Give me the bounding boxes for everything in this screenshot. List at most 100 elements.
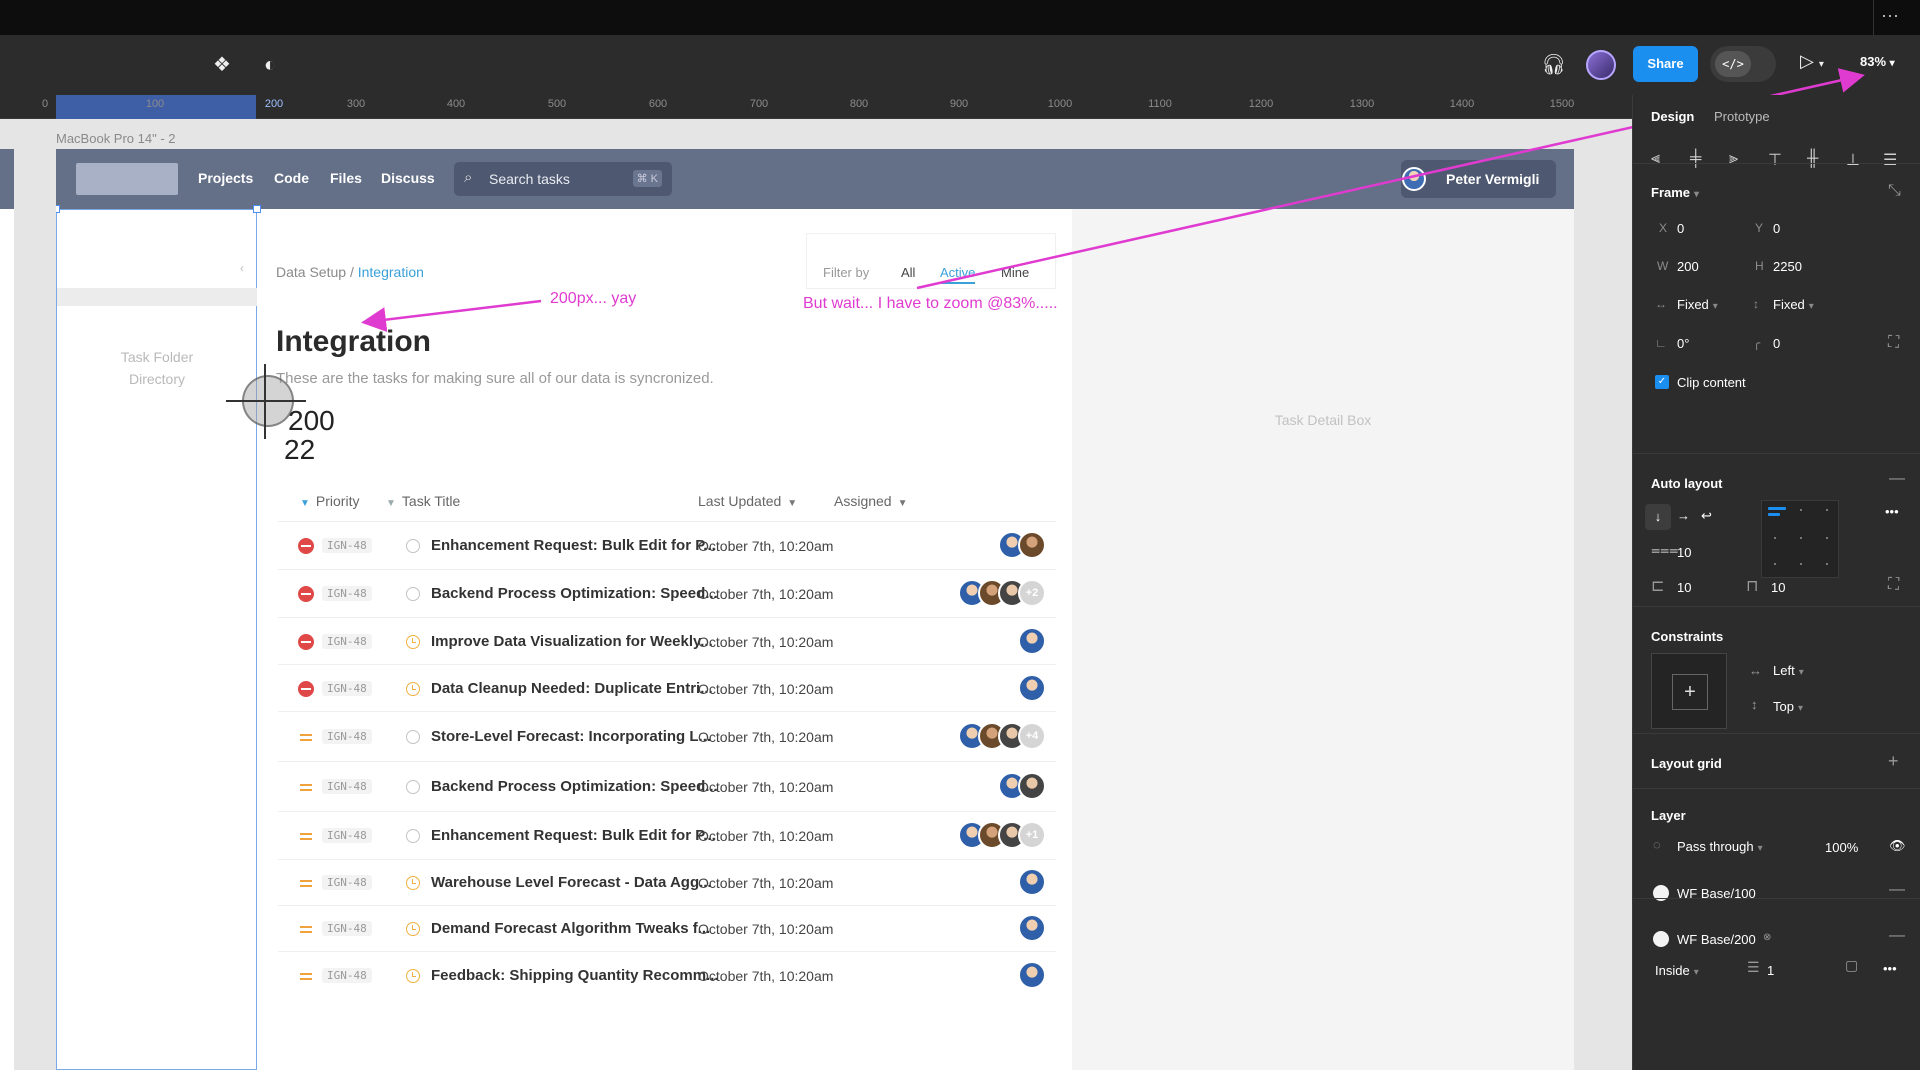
remove-auto-layout-icon[interactable]: — — [1889, 470, 1905, 488]
breadcrumb-root[interactable]: Data Setup — [276, 264, 346, 280]
direction-horizontal-icon[interactable]: → — [1677, 508, 1690, 523]
detach-style-icon[interactable]: ⊗ — [1763, 932, 1771, 943]
x-input[interactable]: 0 — [1677, 221, 1684, 236]
direction-wrap-icon[interactable]: ↩ — [1701, 508, 1712, 524]
header-last-updated[interactable]: Last Updated ▼ — [698, 493, 797, 509]
stroke-weight-input[interactable]: 1 — [1767, 963, 1774, 978]
table-row[interactable]: IGN-48 Feedback: Shipping Quantity Recomm… — [278, 951, 1056, 999]
remove-stroke-icon[interactable]: — — [1889, 927, 1905, 945]
in-progress-status-icon[interactable] — [406, 969, 420, 983]
rotation-input[interactable]: 0° — [1677, 336, 1689, 351]
frame-name-label[interactable]: MacBook Pro 14" - 2 — [56, 131, 176, 146]
adjacent-frame[interactable] — [0, 149, 14, 1070]
frame-section-title[interactable]: Frame ▾ — [1651, 185, 1699, 200]
task-title[interactable]: Enhancement Request: Bulk Edit for P... — [431, 827, 716, 844]
h-input[interactable]: 2250 — [1773, 259, 1802, 274]
horizontal-constraint-dropdown[interactable]: Left ▾ — [1773, 663, 1804, 678]
present-play-icon[interactable]: ▷ ▾ — [1800, 51, 1824, 72]
table-row[interactable]: IGN-48 Data Cleanup Needed: Duplicate Ent… — [278, 664, 1056, 711]
add-layout-grid-icon[interactable]: + — [1888, 751, 1899, 772]
independent-corners-icon[interactable]: ⛶ — [1888, 334, 1899, 352]
filter-active[interactable]: Active — [940, 265, 976, 284]
table-row[interactable]: IGN-48 Enhancement Request: Bulk Edit for… — [278, 811, 1056, 859]
alignment-grid[interactable] — [1761, 500, 1839, 578]
assignee-avatars[interactable] — [1018, 868, 1046, 898]
vertical-constraint-dropdown[interactable]: Top ▾ — [1773, 699, 1803, 714]
opacity-input[interactable]: 100% — [1825, 840, 1858, 855]
task-title[interactable]: Warehouse Level Forecast - Data Agg... — [431, 874, 712, 891]
open-status-icon[interactable] — [406, 829, 420, 843]
user-menu-button[interactable]: Peter Vermigli — [1401, 160, 1556, 198]
stroke-sides-icon[interactable]: ▢ — [1845, 957, 1858, 974]
task-title[interactable]: Improve Data Visualization for Weekly... — [431, 633, 713, 650]
more-options-icon[interactable]: ⋯ — [1881, 6, 1900, 27]
breadcrumb-current[interactable]: Integration — [358, 264, 424, 280]
more-stroke-options-icon[interactable]: ••• — [1883, 961, 1897, 976]
in-progress-status-icon[interactable] — [406, 635, 420, 649]
selection-handle[interactable] — [56, 205, 60, 213]
nav-projects[interactable]: Projects — [198, 170, 253, 186]
assignee-avatars[interactable] — [998, 772, 1046, 802]
user-avatar[interactable] — [1586, 50, 1616, 80]
share-button[interactable]: Share — [1633, 46, 1698, 82]
header-priority[interactable]: ▼ Priority — [300, 493, 359, 509]
task-title[interactable]: Feedback: Shipping Quantity Recomm... — [431, 967, 719, 984]
task-title[interactable]: Store-Level Forecast: Incorporating L... — [431, 728, 711, 745]
nav-files[interactable]: Files — [330, 170, 362, 186]
in-progress-status-icon[interactable] — [406, 682, 420, 696]
table-row[interactable]: IGN-48 Warehouse Level Forecast - Data Ag… — [278, 859, 1056, 905]
collapse-chevron-icon[interactable]: ‹ — [240, 261, 244, 275]
filter-mine[interactable]: Mine — [1001, 265, 1029, 280]
gap-input[interactable]: 10 — [1677, 545, 1691, 560]
open-status-icon[interactable] — [406, 730, 420, 744]
in-progress-status-icon[interactable] — [406, 922, 420, 936]
filter-all[interactable]: All — [901, 265, 915, 280]
table-row[interactable]: IGN-48 Backend Process Optimization: Spee… — [278, 761, 1056, 811]
assignee-avatars[interactable]: +4 — [958, 722, 1046, 752]
clip-content-checkbox[interactable]: ✓ — [1655, 375, 1669, 389]
direction-vertical-icon[interactable]: ↓ — [1645, 504, 1671, 530]
table-row[interactable]: IGN-48 Store-Level Forecast: Incorporatin… — [278, 711, 1056, 761]
zoom-dropdown[interactable]: 83% ▾ — [1860, 54, 1895, 69]
tab-design[interactable]: Design — [1651, 109, 1694, 124]
table-row[interactable]: IGN-48 Demand Forecast Algorithm Tweaks f… — [278, 905, 1056, 951]
resize-to-fit-icon[interactable]: ⤡ — [1888, 182, 1901, 200]
assignee-avatars[interactable]: +1 — [958, 821, 1046, 851]
assignee-avatars[interactable]: +2 — [958, 579, 1046, 609]
design-canvas[interactable]: MacBook Pro 14" - 2 Projects Code Files … — [0, 119, 1632, 1070]
table-row[interactable]: IGN-48 Backend Process Optimization: Spee… — [278, 569, 1056, 617]
assignee-avatars[interactable] — [1018, 961, 1046, 991]
assignee-avatars[interactable] — [1018, 674, 1046, 704]
y-input[interactable]: 0 — [1773, 221, 1780, 236]
macbook-frame[interactable]: Projects Code Files Discuss ⌕ Search tas… — [56, 149, 1574, 1070]
horizontal-padding-input[interactable]: 10 — [1677, 580, 1691, 595]
blend-mode-dropdown[interactable]: Pass through ▾ — [1677, 839, 1763, 854]
selection-handle[interactable] — [253, 205, 261, 213]
stroke-swatch[interactable] — [1653, 931, 1669, 947]
visibility-eye-icon[interactable]: 👁︎ — [1889, 838, 1906, 854]
task-title[interactable]: Backend Process Optimization: Speed... — [431, 585, 718, 602]
task-title[interactable]: Backend Process Optimization: Speed... — [431, 778, 718, 795]
nav-discuss[interactable]: Discuss — [381, 170, 435, 186]
open-status-icon[interactable] — [406, 539, 420, 553]
padding-detail-icon[interactable]: ⛶ — [1888, 576, 1899, 594]
task-folder-directory[interactable]: ‹ Task Folder Directory — [56, 209, 257, 1070]
table-row[interactable]: IGN-48 Improve Data Visualization for Wee… — [278, 617, 1056, 664]
theme-toggle-icon[interactable]: ◐ — [258, 53, 282, 77]
selected-folder-row[interactable] — [57, 288, 257, 306]
components-icon[interactable]: ❖ — [210, 53, 234, 77]
remove-fill-icon[interactable]: — — [1889, 881, 1905, 899]
corner-radius-input[interactable]: 0 — [1773, 336, 1780, 351]
header-assigned[interactable]: Assigned ▼ — [834, 493, 908, 509]
task-title[interactable]: Enhancement Request: Bulk Edit for P... — [431, 537, 716, 554]
height-sizing-dropdown[interactable]: Fixed ▾ — [1773, 297, 1814, 312]
width-sizing-dropdown[interactable]: Fixed ▾ — [1677, 297, 1718, 312]
open-status-icon[interactable] — [406, 780, 420, 794]
more-options-icon[interactable]: ••• — [1885, 504, 1899, 519]
search-input[interactable]: ⌕ Search tasks ⌘ K — [454, 162, 672, 196]
vertical-padding-input[interactable]: 10 — [1771, 580, 1785, 595]
assignee-avatars[interactable] — [1018, 914, 1046, 944]
stroke-style-name[interactable]: WF Base/200 — [1677, 932, 1756, 947]
assignee-avatars[interactable] — [1018, 627, 1046, 657]
nav-code[interactable]: Code — [274, 170, 309, 186]
